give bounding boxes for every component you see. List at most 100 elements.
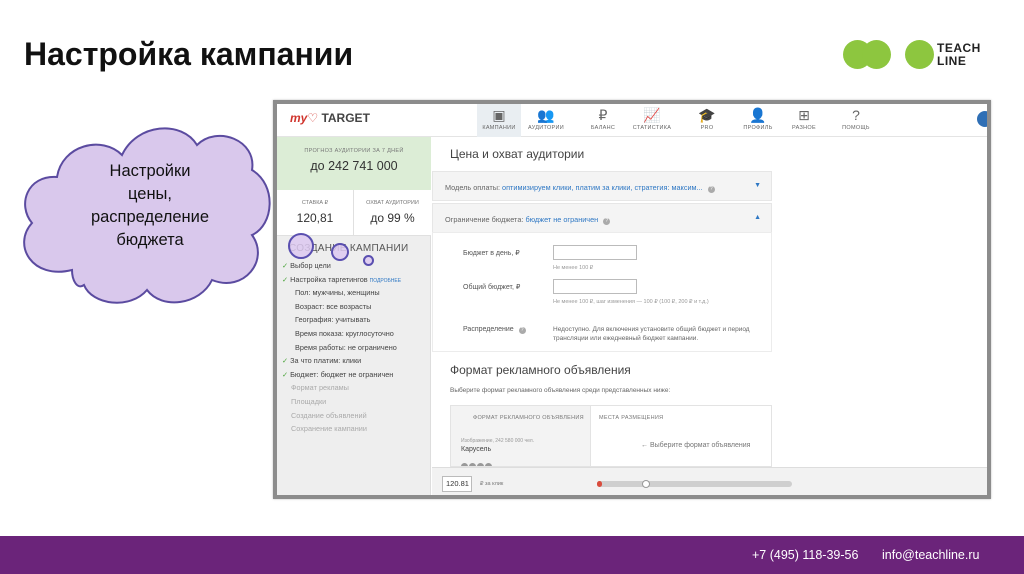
- campaign-step[interactable]: ✓ Выбор цели: [282, 259, 430, 273]
- campaign-step-label: Настройка таргетингов: [290, 274, 368, 284]
- logo-circle: [862, 40, 891, 69]
- bid-slider-start: [597, 481, 602, 487]
- platform-icons: [461, 457, 493, 466]
- distribution-note: Недоступно. Для включения установите общ…: [553, 326, 750, 342]
- nav-label: РАЗНОЕ: [792, 125, 816, 131]
- bid-slider-track[interactable]: [597, 481, 792, 487]
- forecast-value: до 242 741 000: [310, 159, 398, 173]
- chevron-up-icon[interactable]: ▲: [754, 214, 761, 221]
- campaign-step: Площадки: [282, 395, 430, 409]
- details-link[interactable]: ПОДРОБНЕЕ: [370, 278, 401, 284]
- campaign-step-label: Пол: мужчины, женщины: [295, 288, 380, 298]
- check-icon: ✓: [282, 274, 289, 284]
- format-heading: Формат рекламного объявления: [450, 363, 631, 377]
- nav-item-audience[interactable]: 👥 АУДИТОРИИ: [524, 104, 568, 137]
- campaign-step: Создание объявлений: [282, 409, 430, 423]
- campaign-step: Сохранение кампании: [282, 422, 430, 436]
- callout-bubble: [288, 233, 314, 259]
- check-icon: ✓: [282, 261, 289, 270]
- nav-label: КАМПАНИИ: [482, 125, 516, 131]
- logo-circle: [905, 40, 934, 69]
- campaign-step[interactable]: Время показа: круглосуточно: [282, 327, 430, 341]
- nav-label: БАЛАНС: [590, 125, 616, 131]
- graduation-cap-icon: 🎓: [698, 107, 716, 123]
- nav-item-chart[interactable]: 📈 СТАТИСТИКА: [630, 104, 674, 137]
- total-budget-input[interactable]: [553, 279, 637, 294]
- audience-forecast: ПРОГНОЗ АУДИТОРИИ ЗА 7 ДНЕЙ до 242 741 0…: [277, 137, 431, 190]
- user-icon: 👤: [749, 107, 767, 123]
- bid-input[interactable]: 120.81: [442, 476, 472, 492]
- nav-item-ruble[interactable]: ₽ БАЛАНС: [581, 104, 625, 137]
- heart-icon: ♡: [307, 111, 319, 125]
- campaign-steps: ✓ Выбор цели ✓ Настройка таргетингов ПОДРОБН…: [282, 259, 430, 436]
- format-table: ФОРМАТ РЕКЛАМНОГО ОБЪЯВЛЕНИЯ Изображение…: [450, 405, 772, 467]
- chart-icon: 📈: [643, 107, 661, 123]
- nav-item-help[interactable]: ? ПОМОЩЬ: [834, 104, 878, 137]
- campaign-step[interactable]: ✓ Настройка таргетингов ПОДРОБНЕЕ: [282, 273, 430, 287]
- campaign-step-label: Формат рекламы: [291, 383, 349, 393]
- campaign-step-label: Время показа: круглосуточно: [295, 328, 394, 338]
- payment-model-row[interactable]: Модель оплаты: оптимизируем клики, плати…: [432, 171, 772, 201]
- nav-label: ПОМОЩЬ: [842, 125, 870, 131]
- nav-item-graduation-cap[interactable]: 🎓 PRO: [685, 104, 729, 137]
- nav-item-campaign[interactable]: ▣ КАМПАНИИ: [477, 104, 521, 137]
- campaign-step[interactable]: Пол: мужчины, женщины: [282, 286, 430, 300]
- slide-title: Настройка кампании: [24, 36, 354, 72]
- nav-label: СТАТИСТИКА: [632, 125, 672, 131]
- price-heading: Цена и охват аудитории: [450, 147, 585, 161]
- grid-icon: ⊞: [798, 107, 810, 123]
- campaign-step-label: Выбор цели: [290, 261, 331, 270]
- logo-wordmark: TEACH LINE: [937, 41, 981, 68]
- chevron-down-icon[interactable]: ▼: [754, 182, 761, 189]
- bid-bar: 120.81 ₽ за клик: [432, 467, 987, 495]
- campaign-step-label: Создание объявлений: [291, 410, 367, 420]
- budget-limit-row[interactable]: Ограничение бюджета: бюджет не ограничен…: [432, 203, 772, 233]
- campaign-step-label: Бюджет: бюджет не ограничен: [290, 369, 394, 379]
- check-icon: ✓: [282, 356, 289, 366]
- nav-item-grid[interactable]: ⊞ РАЗНОЕ: [782, 104, 826, 137]
- nav-label: АУДИТОРИИ: [527, 125, 565, 131]
- footer-email[interactable]: info@teachline.ru: [882, 548, 979, 562]
- sidebar: ПРОГНОЗ АУДИТОРИИ ЗА 7 ДНЕЙ до 242 741 0…: [277, 137, 431, 495]
- campaign-step[interactable]: Время работы: не ограничено: [282, 341, 430, 355]
- campaign-step: Формат рекламы: [282, 381, 430, 395]
- account-icon[interactable]: [977, 111, 987, 127]
- format-subheading: Выберите формат рекламного объявления ср…: [450, 387, 671, 394]
- check-icon: ✓: [282, 369, 289, 379]
- main-content: Цена и охват аудитории Модель оплаты: оп…: [432, 137, 987, 467]
- campaign-step-label: Площадки: [291, 396, 327, 406]
- campaign-step[interactable]: География: учитывать: [282, 313, 430, 327]
- footer-phone: +7 (495) 118-39-56: [752, 548, 859, 562]
- nav-label: ПРОФИЛЬ: [743, 125, 773, 131]
- campaign-step[interactable]: ✓ За что платим: клики: [282, 354, 430, 368]
- campaign-step-label: Время работы: не ограничено: [295, 342, 397, 352]
- mytarget-logo[interactable]: my♡ TARGET: [290, 111, 370, 125]
- total-budget-label: Общий бюджет, ₽: [463, 284, 521, 291]
- campaign-step-label: География: учитывать: [295, 315, 371, 325]
- distribution-label: Распределение ?: [463, 326, 526, 334]
- help-icon[interactable]: ?: [603, 218, 611, 225]
- format-hint: ← Выберите формат объявления: [641, 442, 751, 449]
- footer: +7 (495) 118-39-56 info@teachline.ru: [0, 536, 1024, 574]
- ruble-icon: ₽: [598, 107, 608, 123]
- rate-metric: СТАВКА ₽ 120,81: [277, 190, 354, 236]
- campaign-step[interactable]: ✓ Бюджет: бюджет не ограничен: [282, 368, 430, 382]
- cloud-callout-text: Настройки цены, распределение бюджета: [90, 162, 210, 249]
- campaign-step-label: За что платим: клики: [290, 356, 362, 366]
- teachline-logo: TEACH LINE: [843, 40, 993, 70]
- help-icon[interactable]: ?: [707, 186, 715, 193]
- top-navigation: my♡ TARGET ▣ КАМПАНИИ 👥 АУДИТОРИИ ₽ БАЛАНС 📈 СТ…: [277, 104, 987, 137]
- audience-icon: 👥: [537, 107, 555, 123]
- nav-label: PRO: [700, 125, 714, 131]
- bid-slider-handle[interactable]: [641, 480, 650, 488]
- daily-budget-label: Бюджет в день, ₽: [463, 250, 520, 257]
- campaign-step[interactable]: Возраст: все возрасты: [282, 300, 430, 314]
- help-icon[interactable]: ?: [518, 327, 526, 334]
- nav-item-user[interactable]: 👤 ПРОФИЛЬ: [736, 104, 780, 137]
- metrics: СТАВКА ₽ 120,81 ОХВАТ АУДИТОРИИ до 99 %: [277, 190, 431, 236]
- mytarget-screenshot: my♡ TARGET ▣ КАМПАНИИ 👥 АУДИТОРИИ ₽ БАЛАНС 📈 СТ…: [273, 100, 991, 499]
- daily-budget-input[interactable]: [553, 245, 637, 260]
- format-option-carousel[interactable]: Карусель: [461, 446, 491, 453]
- help-icon: ?: [852, 107, 860, 123]
- format-column: ФОРМАТ РЕКЛАМНОГО ОБЪЯВЛЕНИЯ Изображение…: [451, 406, 591, 466]
